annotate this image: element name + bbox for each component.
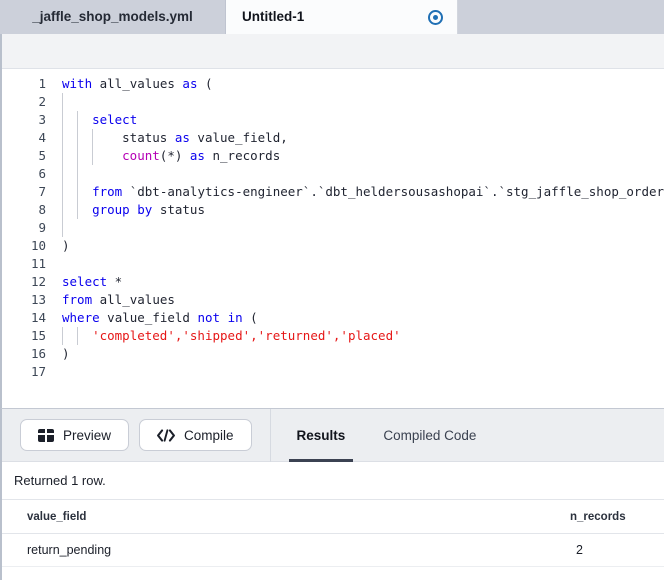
code-line[interactable]: 17 [2,363,664,381]
code-brackets-icon [157,428,175,442]
panel-action-buttons: Preview Compile [2,409,270,462]
code-text: ) [62,346,70,361]
compile-button[interactable]: Compile [139,419,252,451]
cell-value-field: return_pending [27,543,112,557]
code-text: from all_values [62,292,175,307]
code-line[interactable]: 15 'completed','shipped','returned','plac… [2,327,664,345]
tab-results[interactable]: Results [288,409,354,462]
editor-tab-untitled-1[interactable]: Untitled-1 [226,0,458,34]
code-line[interactable]: 8 group by status [2,201,664,219]
results-panel: Preview Compile Results Compiled Code Re… [0,408,664,580]
code-line[interactable]: 2 [2,93,664,111]
code-text: from `dbt-analytics-engineer`.`dbt_helde… [92,184,664,199]
code-line[interactable]: 3 select [2,111,664,129]
code-line[interactable]: 6 [2,165,664,183]
code-line[interactable]: 9 [2,219,664,237]
line-number: 11 [30,256,46,271]
editor-tab-bar: _jaffle_shop_models.yml Untitled-1 [0,0,664,34]
code-lines[interactable]: 1 with all_values as ( 2 3 select 4 status as … [2,69,664,381]
results-status-text: Returned 1 row. [2,462,664,500]
code-line[interactable]: 1 with all_values as ( [2,75,664,93]
line-number: 6 [38,166,46,181]
column-header-n-records: n_records [570,510,626,523]
table-icon [38,428,54,442]
code-line[interactable]: 11 [2,255,664,273]
line-number: 15 [30,328,46,343]
tab-results-label: Results [296,427,346,443]
sql-editor-app: _jaffle_shop_models.yml Untitled-1 1 with… [0,0,664,580]
line-number: 16 [30,346,46,361]
unsaved-dot-icon[interactable] [428,9,443,25]
code-line[interactable]: 7 from `dbt-analytics-engineer`.`dbt_held… [2,183,664,201]
line-number: 5 [38,148,46,163]
results-table: value_field n_records return_pending 2 [2,500,664,567]
results-tabs: Results Compiled Code [271,409,485,462]
line-number: 1 [38,76,46,91]
code-line[interactable]: 10) [2,237,664,255]
tab-compiled-code[interactable]: Compiled Code [375,409,484,462]
code-line[interactable]: 5 count(*) as n_records [2,147,664,165]
code-text: group by status [92,202,205,217]
line-number: 10 [30,238,46,253]
code-line[interactable]: 12 select * [2,273,664,291]
editor-top-strip [2,34,664,68]
line-number: 8 [38,202,46,217]
code-text: select [92,112,138,127]
tab-bar-empty-space [458,0,664,34]
results-table-header: value_field n_records [2,500,664,534]
preview-button-label: Preview [63,427,112,443]
code-line[interactable]: 4 status as value_field, [2,129,664,147]
code-line[interactable]: 13 from all_values [2,291,664,309]
code-line[interactable]: 14 where value_field not in ( [2,309,664,327]
code-text: ) [62,238,70,253]
line-number: 9 [38,220,46,235]
compile-button-label: Compile [184,427,234,443]
cell-n-records: 2 [576,543,583,557]
code-text: where value_field not in ( [62,310,258,325]
preview-button[interactable]: Preview [20,419,130,451]
code-text: select * [62,274,123,289]
results-panel-toolbar: Preview Compile Results Compiled Code [2,408,664,462]
code-text: 'completed','shipped','returned','placed… [92,328,401,343]
code-line[interactable]: 16) [2,345,664,363]
line-number: 2 [38,94,46,109]
editor-region: 1 with all_values as ( 2 3 select 4 status as … [0,34,664,408]
code-text: with all_values as ( [62,76,213,91]
code-text: status as value_field, [122,130,288,145]
line-number: 4 [38,130,46,145]
line-number: 17 [30,364,46,379]
line-number: 7 [38,184,46,199]
line-number: 12 [30,274,46,289]
sql-code-editor[interactable]: 1 with all_values as ( 2 3 select 4 status as … [2,68,664,408]
table-row[interactable]: return_pending 2 [2,534,664,567]
column-header-value-field: value_field [27,510,87,523]
editor-tab-label: _jaffle_shop_models.yml [32,9,193,24]
tab-compiled-code-label: Compiled Code [383,427,477,443]
line-number: 3 [38,112,46,127]
line-number: 13 [30,292,46,307]
editor-tab-label: Untitled-1 [242,9,305,24]
code-text: count(*) as n_records [122,148,281,163]
line-number: 14 [30,310,46,325]
editor-tab-jaffle-shop-models[interactable]: _jaffle_shop_models.yml [0,0,226,34]
